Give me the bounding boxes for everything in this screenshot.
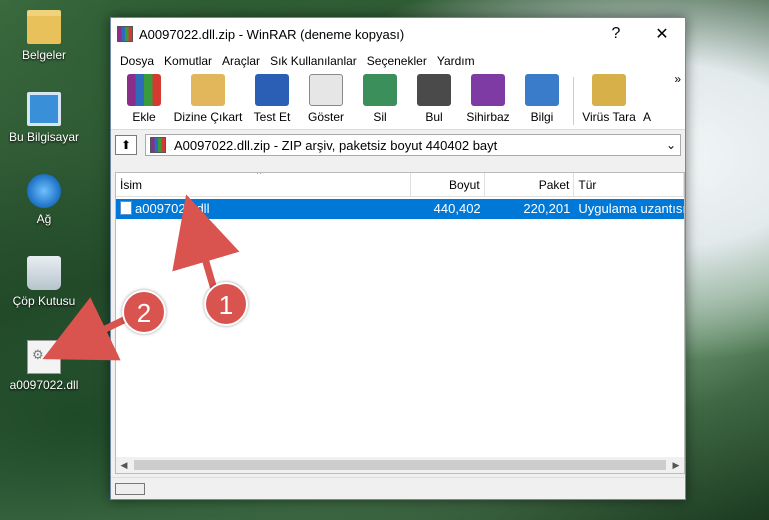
desktop-icon-label: Ağ xyxy=(36,212,52,226)
title-bar[interactable]: A0097022.dll.zip - WinRAR (deneme kopyas… xyxy=(111,18,685,50)
recycle-bin-icon xyxy=(27,256,61,290)
desktop-icon-network[interactable]: Ağ xyxy=(6,174,82,226)
dll-file-icon xyxy=(120,201,132,215)
partial-icon xyxy=(640,74,654,106)
winrar-app-icon xyxy=(117,26,133,42)
column-packed[interactable]: Paket xyxy=(485,173,575,196)
row-type: Uygulama uzantısı xyxy=(578,201,684,216)
virus-scan-button[interactable]: Virüs Tara xyxy=(578,74,640,129)
menu-araclar[interactable]: Araçlar xyxy=(217,54,265,68)
info-label: Bilgi xyxy=(530,110,554,124)
computer-icon xyxy=(27,92,61,126)
column-type[interactable]: Tür xyxy=(574,173,684,196)
delete-button[interactable]: Sil xyxy=(353,74,407,129)
test-icon xyxy=(255,74,289,106)
binoculars-icon xyxy=(417,74,451,106)
row-packed: 220,201 xyxy=(523,201,571,216)
virus-scan-icon xyxy=(592,74,626,106)
desktop-icon-documents[interactable]: Belgeler xyxy=(6,10,82,62)
test-button[interactable]: Test Et xyxy=(245,74,299,129)
winrar-window: A0097022.dll.zip - WinRAR (deneme kopyas… xyxy=(110,17,686,500)
menu-bar: Dosya Komutlar Araçlar Sık Kullanılanlar… xyxy=(111,50,685,72)
menu-secenekler[interactable]: Seçenekler xyxy=(362,54,432,68)
chevron-down-icon[interactable]: ⌄ xyxy=(662,138,680,152)
desktop-icon-dll-file[interactable]: a0097022.dll xyxy=(6,340,82,392)
extract-button[interactable]: Dizine Çıkart xyxy=(171,74,245,129)
row-size: 440,402 xyxy=(433,201,481,216)
info-button[interactable]: Bilgi xyxy=(515,74,569,129)
drive-key-icon xyxy=(115,482,145,495)
add-button[interactable]: Ekle xyxy=(117,74,171,129)
row-name: a0097022.dll xyxy=(135,201,210,216)
menu-dosya[interactable]: Dosya xyxy=(115,54,159,68)
virus-scan-label: Virüs Tara xyxy=(582,110,636,124)
column-name[interactable]: İsim xyxy=(116,173,411,196)
scroll-left-icon[interactable]: ◀ xyxy=(116,460,132,471)
path-field[interactable]: A0097022.dll.zip - ZIP arşiv, paketsiz b… xyxy=(145,134,681,156)
address-bar: ⬆ A0097022.dll.zip - ZIP arşiv, paketsiz… xyxy=(111,130,685,160)
desktop-icon-label: Çöp Kutusu xyxy=(12,294,76,308)
horizontal-scrollbar[interactable]: ◀ ▶ xyxy=(116,457,684,473)
toolbar: Ekle Dizine Çıkart Test Et Göster Sil Bu… xyxy=(111,72,685,130)
row-name-cell: a0097022.dll xyxy=(116,199,411,219)
scroll-right-icon[interactable]: ▶ xyxy=(668,460,684,471)
delete-icon xyxy=(363,74,397,106)
menu-yardim[interactable]: Yardım xyxy=(432,54,480,68)
sort-indicator-icon: ^ xyxy=(257,172,262,179)
test-label: Test Et xyxy=(253,110,291,124)
annotation-badge-1: 1 xyxy=(204,282,248,326)
toolbar-overflow-icon[interactable]: » xyxy=(674,72,681,86)
status-bar xyxy=(111,477,685,499)
more-button-partial[interactable]: A xyxy=(640,74,654,129)
add-label: Ekle xyxy=(132,110,156,124)
view-label: Göster xyxy=(307,110,344,124)
dll-file-icon xyxy=(27,340,61,374)
toolbar-separator xyxy=(573,77,574,125)
file-list: ^ İsim Boyut Paket Tür a0097022.dll 440,… xyxy=(115,172,685,474)
extract-folder-icon xyxy=(191,74,225,106)
up-folder-button[interactable]: ⬆ xyxy=(115,135,137,155)
desktop-icon-label: a0097022.dll xyxy=(9,378,79,392)
delete-label: Sil xyxy=(373,110,387,124)
glasses-icon xyxy=(309,74,343,106)
column-size[interactable]: Boyut xyxy=(411,173,485,196)
scrollbar-thumb[interactable] xyxy=(134,460,666,470)
info-icon xyxy=(525,74,559,106)
network-icon xyxy=(27,174,61,208)
close-button[interactable]: ✕ xyxy=(639,24,685,44)
wizard-icon xyxy=(471,74,505,106)
help-button[interactable]: ? xyxy=(593,25,639,43)
desktop-icon-label: Belgeler xyxy=(21,48,67,62)
find-button[interactable]: Bul xyxy=(407,74,461,129)
wizard-button[interactable]: Sihirbaz xyxy=(461,74,515,129)
window-title: A0097022.dll.zip - WinRAR (deneme kopyas… xyxy=(139,26,405,42)
add-icon xyxy=(127,74,161,106)
desktop-icon-this-pc[interactable]: Bu Bilgisayar xyxy=(6,92,82,144)
find-label: Bul xyxy=(425,110,443,124)
folder-icon xyxy=(27,10,61,44)
view-button[interactable]: Göster xyxy=(299,74,353,129)
partial-label: A xyxy=(642,110,651,124)
menu-komutlar[interactable]: Komutlar xyxy=(159,54,217,68)
file-list-header: ^ İsim Boyut Paket Tür xyxy=(116,173,684,197)
extract-label: Dizine Çıkart xyxy=(173,110,243,124)
desktop-icon-recycle-bin[interactable]: Çöp Kutusu xyxy=(6,256,82,308)
zip-archive-icon xyxy=(150,137,166,153)
path-text: A0097022.dll.zip - ZIP arşiv, paketsiz b… xyxy=(174,137,498,153)
menu-sik-kullanilanlar[interactable]: Sık Kullanılanlar xyxy=(265,54,362,68)
wizard-label: Sihirbaz xyxy=(466,110,510,124)
desktop-icon-label: Bu Bilgisayar xyxy=(8,130,80,144)
annotation-badge-2: 2 xyxy=(122,290,166,334)
table-row[interactable]: a0097022.dll 440,402 220,201 Uygulama uz… xyxy=(116,199,684,219)
